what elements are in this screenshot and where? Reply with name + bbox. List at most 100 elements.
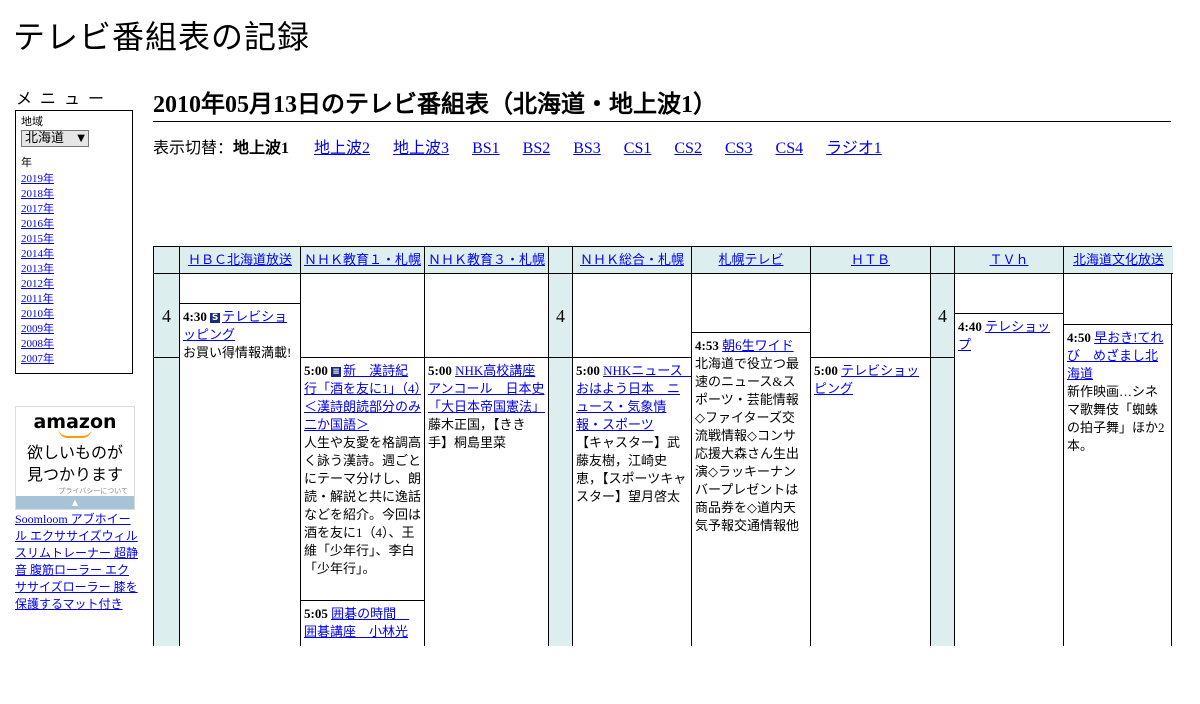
switch-link-cs3[interactable]: CS3	[725, 140, 753, 157]
channel-link-hbc[interactable]: ＨＢＣ北海道放送	[188, 252, 292, 267]
page-title: 2010年05月13日のテレビ番組表（北海道・地上波1）	[153, 84, 1171, 122]
subtitle-mark-icon: ≡	[331, 367, 342, 377]
year-link-2009[interactable]: 2009年	[21, 323, 54, 335]
channel-column-tvh: ＴＶｈ 4:40 テレショップ	[954, 247, 1063, 646]
year-link-2015[interactable]: 2015年	[21, 233, 54, 245]
program-time: 5:00	[304, 363, 328, 378]
empty-slot	[425, 274, 548, 358]
program-grid: 4 ＨＢＣ北海道放送 4:30 S テレビショッピング お買い得情報満載! ＮＨＫ…	[153, 246, 1173, 646]
ad-collapse-bar[interactable]: ▲	[16, 496, 134, 509]
region-select[interactable]: 北海道 ▼	[21, 130, 89, 147]
hour-header	[549, 247, 572, 274]
program-cell: 4:53 朝6生ワイド 北海道で役立つ最速のニュース&スポーツ・芸能情報◇ファイ…	[692, 333, 810, 633]
program-cell: 4:40 テレショップ	[955, 314, 1063, 614]
switch-link-bs1[interactable]: BS1	[472, 140, 500, 157]
year-link-2016[interactable]: 2016年	[21, 218, 54, 230]
program-title[interactable]: 朝6生ワイド	[722, 338, 794, 353]
switch-link-terrestrial3[interactable]: 地上波3	[393, 140, 449, 157]
empty-slot	[180, 274, 300, 304]
channel-link-etv1[interactable]: ＮＨＫ教育１・札幌	[304, 252, 421, 267]
program-desc: 人生や友愛を格調高く詠う漢詩。週ごとにテーマ分けし、朗読・解説と共に逸話などを紹…	[304, 435, 422, 576]
program-cell: 4:30 S テレビショッピング お買い得情報満載!	[180, 304, 300, 704]
menu-heading: メニュー	[16, 89, 113, 108]
amazon-ad-banner[interactable]: amazon 欲しいものが 見つかります プライバシーについて ▲	[15, 406, 135, 510]
channel-column-hbc: ＨＢＣ北海道放送 4:30 S テレビショッピング お買い得情報満載!	[179, 247, 300, 646]
program-cell: 5:00 テレビショッピング	[811, 358, 930, 658]
channel-column-stv: 札幌テレビ 4:53 朝6生ワイド 北海道で役立つ最速のニュース&スポーツ・芸能…	[691, 247, 810, 646]
ad-privacy-link[interactable]: プライバシーについて	[16, 486, 134, 496]
program-cell: 5:00 NHK高校講座アンコール 日本史「大日本帝国憲法」 藤木正国，【きき手…	[425, 358, 548, 658]
channel-link-htb[interactable]: ＨＴＢ	[851, 252, 890, 267]
channel-link-etv3[interactable]: ＮＨＫ教育３・札幌	[428, 252, 545, 267]
switch-link-terrestrial2[interactable]: 地上波2	[314, 140, 370, 157]
amazon-logo: amazon	[33, 411, 117, 433]
program-time: 5:05	[304, 606, 328, 621]
ad-product-link[interactable]: Soomloom アブホイール エクササイズウィル スリムトレーナー 超静音 腹…	[15, 511, 138, 613]
program-cell: 5:00 NHKニュース おはよう日本 ニュース・気象情報・スポーツ 【キャスタ…	[573, 358, 691, 658]
empty-slot	[692, 274, 810, 333]
switch-link-radio1[interactable]: ラジオ1	[826, 140, 882, 157]
year-link-2018[interactable]: 2018年	[21, 188, 54, 200]
program-desc: 北海道で役立つ最速のニュース&スポーツ・芸能情報◇ファイターズ交流戦情報◇コンサ…	[695, 356, 800, 533]
program-time: 5:00	[428, 363, 452, 378]
program-cell: 5:05 囲碁の時間 囲碁講座 小林光	[301, 601, 424, 661]
program-cell: 4:50 早おき!てれび めざまし北海道 新作映画…シネマ歌舞伎「蜘蛛の拍子舞」…	[1064, 325, 1173, 625]
hour-label: 4	[931, 274, 954, 358]
program-desc: 藤木正国，【きき手】桐島里菜	[428, 417, 526, 450]
switch-link-cs2[interactable]: CS2	[674, 140, 702, 157]
ad-text-line1: 欲しいものが	[26, 443, 123, 462]
year-label: 年	[21, 157, 32, 169]
program-time: 4:53	[695, 338, 719, 353]
channel-column-nhk-general: ＮＨＫ総合・札幌 5:00 NHKニュース おはよう日本 ニュース・気象情報・ス…	[572, 247, 691, 646]
switch-link-cs4[interactable]: CS4	[776, 140, 804, 157]
hour-header	[154, 247, 179, 274]
channel-link-nhk-general[interactable]: ＮＨＫ総合・札幌	[580, 252, 684, 267]
channel-link-uhb[interactable]: 北海道文化放送	[1073, 252, 1164, 267]
program-desc: 新作映画…シネマ歌舞伎「蜘蛛の拍子舞」ほか2本。	[1067, 384, 1165, 453]
caret-up-icon: ▲	[71, 498, 79, 507]
program-time: 4:50	[1067, 330, 1091, 345]
year-link-2010[interactable]: 2010年	[21, 308, 54, 320]
program-desc: お買い得情報満載!	[183, 345, 292, 360]
hour-column: 4	[930, 247, 954, 646]
program-time: 4:40	[958, 319, 982, 334]
year-list: 2019年 2018年 2017年 2016年 2015年 2014年 2013…	[21, 172, 127, 367]
switch-link-bs2[interactable]: BS2	[523, 140, 551, 157]
channel-column-etv3: ＮＨＫ教育３・札幌 5:00 NHK高校講座アンコール 日本史「大日本帝国憲法」…	[424, 247, 548, 646]
hour-label: 4	[549, 274, 572, 358]
program-time: 5:00	[576, 363, 600, 378]
channel-column-htb: ＨＴＢ 5:00 テレビショッピング	[810, 247, 930, 646]
year-link-2019[interactable]: 2019年	[21, 173, 54, 185]
hour-label: 4	[154, 274, 179, 358]
year-link-2007[interactable]: 2007年	[21, 353, 54, 365]
program-time: 4:30	[183, 309, 207, 324]
region-label: 地域	[21, 116, 43, 128]
view-switcher: 表示切替：地上波1 地上波2 地上波3 BS1 BS2 BS3 CS1 CS2 CS3 CS4 ラジ…	[153, 134, 905, 158]
switch-link-cs1[interactable]: CS1	[624, 140, 652, 157]
year-link-2017[interactable]: 2017年	[21, 203, 54, 215]
switcher-current: 地上波1	[233, 140, 290, 157]
channel-link-tvh[interactable]: ＴＶｈ	[989, 252, 1028, 267]
program-desc: 【キャスター】武藤友樹，江崎史恵，【スポーツキャスター】望月啓太	[576, 435, 687, 504]
year-link-2014[interactable]: 2014年	[21, 248, 54, 260]
empty-slot	[573, 274, 691, 358]
hour-column: 4	[548, 247, 572, 646]
switcher-label: 表示切替：	[153, 140, 234, 157]
switch-link-bs3[interactable]: BS3	[573, 140, 601, 157]
year-link-2013[interactable]: 2013年	[21, 263, 54, 275]
program-cell: 5:00 ≡ 新 漢詩紀行「酒を友に1」（4）＜漢詩朗読部分のみ二か国語＞ 人生や…	[301, 358, 424, 601]
program-time: 5:00	[814, 363, 838, 378]
site-title: テレビ番組表の記録	[13, 18, 311, 56]
empty-slot	[1064, 274, 1173, 325]
year-link-2011[interactable]: 2011年	[21, 293, 54, 305]
empty-slot	[955, 274, 1063, 314]
empty-slot	[301, 274, 424, 358]
ad-text-line2: 見つかります	[26, 465, 123, 484]
year-link-2008[interactable]: 2008年	[21, 338, 54, 350]
channel-link-stv[interactable]: 札幌テレビ	[718, 252, 783, 267]
empty-slot	[811, 274, 930, 358]
hour-column: 4	[154, 247, 179, 646]
year-link-2012[interactable]: 2012年	[21, 278, 54, 290]
channel-column-etv1: ＮＨＫ教育１・札幌 5:00 ≡ 新 漢詩紀行「酒を友に1」（4）＜漢詩朗読部分の…	[300, 247, 424, 646]
region-select-value: 北海道	[25, 131, 65, 146]
